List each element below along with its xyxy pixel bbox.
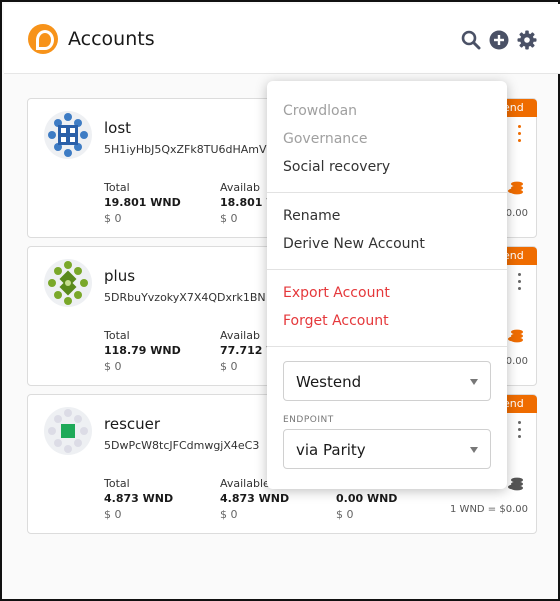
available-value: 4.873 WND (220, 492, 290, 505)
chevron-down-icon (470, 447, 478, 453)
total-value: 19.801 WND (104, 196, 181, 209)
network-select[interactable]: Westend (283, 361, 491, 401)
account-address[interactable]: 5DRbuYvzokyX7X4QDxrk1BN (104, 291, 274, 304)
account-name: rescuer (104, 415, 161, 433)
total-value: 4.873 WND (104, 492, 174, 505)
account-name: lost (104, 119, 132, 137)
available-usd: $ 0 (220, 212, 238, 225)
menu-item-derive[interactable]: Derive New Account (283, 236, 425, 252)
kebab-menu-icon[interactable] (518, 421, 522, 441)
account-address[interactable]: 5H1iyHbJ5QxZFk8TU6dHAmV (104, 143, 274, 156)
menu-divider (267, 269, 507, 270)
menu-item-social-recovery[interactable]: Social recovery (283, 159, 390, 175)
menu-item-governance[interactable]: Governance (283, 131, 367, 147)
network-select-value: Westend (296, 373, 362, 391)
total-label: Total (104, 477, 130, 490)
coins-icon[interactable] (508, 477, 524, 491)
account-context-menu: Crowdloan Governance Social recovery Ren… (267, 81, 507, 489)
menu-item-crowdloan[interactable]: Crowdloan (283, 103, 357, 119)
total-label: Total (104, 329, 130, 342)
kebab-menu-icon[interactable] (518, 125, 522, 145)
total-label: Total (104, 181, 130, 194)
gear-icon[interactable] (517, 30, 537, 50)
polkadot-logo-icon (28, 24, 58, 54)
chevron-down-icon (470, 379, 478, 385)
search-icon[interactable] (461, 30, 481, 50)
menu-divider (267, 192, 507, 193)
app-window: Accounts lost 5H1iyHbJ5QxZFk8TU6dHAmV To… (0, 0, 560, 601)
endpoint-select[interactable]: via Parity (283, 429, 491, 469)
identicon-icon (44, 407, 92, 455)
account-name: plus (104, 267, 136, 285)
menu-divider (267, 346, 507, 347)
total-usd: $ 0 (104, 508, 122, 521)
available-label: Available (220, 477, 270, 490)
menu-item-rename[interactable]: Rename (283, 208, 340, 224)
endpoint-label: ENDPOINT (283, 415, 334, 425)
identicon-icon (44, 111, 92, 159)
menu-item-export[interactable]: Export Account (283, 285, 390, 301)
available-usd: $ 0 (220, 508, 238, 521)
header: Accounts (4, 4, 560, 74)
kebab-menu-icon[interactable] (518, 273, 522, 293)
available-label: Availab (220, 181, 260, 194)
page-title: Accounts (68, 28, 155, 50)
coins-icon[interactable] (508, 181, 524, 195)
total-usd: $ 0 (104, 212, 122, 225)
add-circle-icon[interactable] (489, 30, 509, 50)
available-usd: $ 0 (220, 360, 238, 373)
account-address[interactable]: 5DwPcW8tcJFCdmwgjX4eC3 (104, 439, 274, 452)
reserved-usd: $ 0 (336, 508, 354, 521)
reserved-value: 0.00 WND (336, 492, 398, 505)
total-value: 118.79 WND (104, 344, 181, 357)
exchange-rate: 1 WND = $0.00 (450, 504, 528, 515)
menu-item-forget[interactable]: Forget Account (283, 313, 389, 329)
coins-icon[interactable] (508, 329, 524, 343)
identicon-icon (44, 259, 92, 307)
endpoint-select-value: via Parity (296, 441, 366, 459)
total-usd: $ 0 (104, 360, 122, 373)
available-label: Availab (220, 329, 260, 342)
